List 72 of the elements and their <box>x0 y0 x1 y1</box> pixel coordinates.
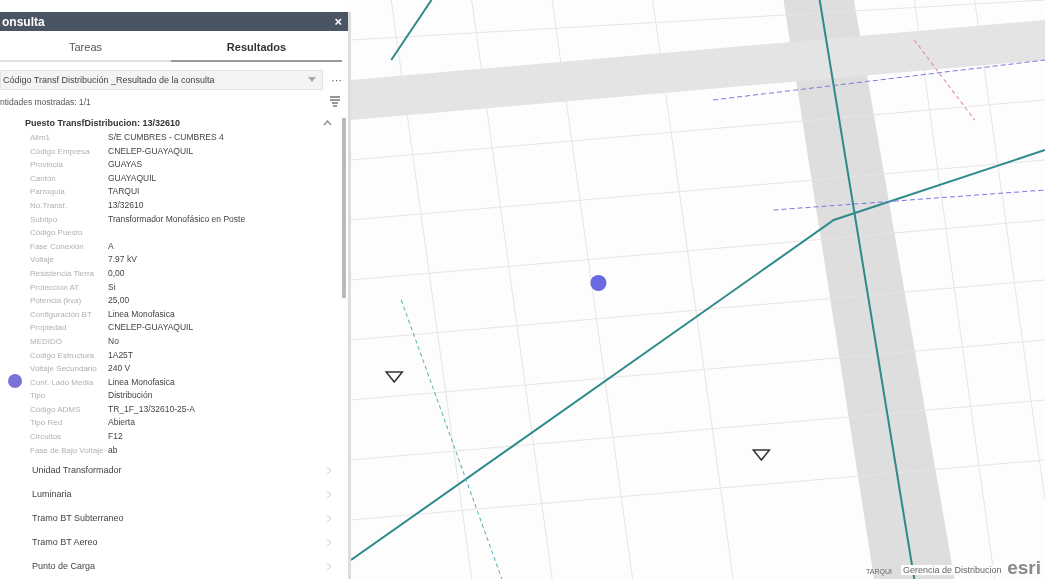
related-item[interactable]: Punto de Carga <box>20 555 332 578</box>
field-value: 0,00 <box>108 266 126 280</box>
field-value: 1A25T <box>108 348 135 362</box>
field-value: 7.97 kV <box>108 253 138 267</box>
field-value: 25,00 <box>108 294 131 308</box>
more-button[interactable]: ··· <box>331 74 342 86</box>
result-count: ntidades mostradas: 1/1 <box>0 97 91 107</box>
related-item[interactable]: Tramo BT Subterraneo <box>20 507 332 530</box>
field-label: Voltaje <box>30 254 56 267</box>
map-attribution: Gerencia de Distribucion <box>901 565 1004 575</box>
field-value: 240 V <box>108 362 132 376</box>
field-label: Tipo <box>30 390 47 403</box>
field-label: Codigo Estructura <box>30 349 96 362</box>
field-value: CNELEP-GUAYAQUIL <box>108 321 195 335</box>
field-value: TR_1F_13/32610-25-A <box>108 402 196 416</box>
field-label: Propiedad <box>30 322 68 335</box>
field-value: S/E CUMBRES - CUMBRES 4 <box>108 131 225 144</box>
field-value: Linea Monofasica <box>108 375 176 389</box>
field-label: Código Puesto <box>30 227 84 240</box>
chevron-icon <box>326 489 332 499</box>
field-label: MEDIDO <box>30 335 63 348</box>
tab[interactable]: Resultados <box>171 37 342 62</box>
field-label: Conf. Lado Media <box>30 376 95 389</box>
field-value: F12 <box>108 430 124 444</box>
field-label: Proteccion AT <box>30 281 81 294</box>
esri-logo: esri <box>1007 557 1041 579</box>
layer-dropdown[interactable]: Código Transf Distribución _Resultado de la consulta <box>0 70 323 90</box>
chevron-icon <box>326 465 332 475</box>
field-label: Cantón <box>30 172 57 185</box>
field-label: Parroquia <box>30 186 66 199</box>
field-value: A <box>108 239 115 253</box>
field-label: Configuración BT <box>30 308 93 321</box>
field-label: Fase Conexión <box>30 240 85 253</box>
chevron-icon <box>326 561 332 571</box>
chevron-icon <box>326 537 332 547</box>
field-label: Fase de Bajo Voltaje <box>30 444 105 457</box>
field-value: ab <box>108 443 119 457</box>
caret-icon <box>308 77 316 83</box>
panel-title: onsulta <box>2 14 45 29</box>
field-value: Si <box>108 280 117 294</box>
field-label: Voltaje Secundario <box>30 363 98 376</box>
field-value: CNELEP-GUAYAQUIL <box>108 144 195 158</box>
field-label: Provincia <box>30 159 64 172</box>
related-item[interactable]: Unidad Transformador <box>20 459 332 482</box>
cursor-dot <box>8 374 22 388</box>
field-value: Abierta <box>108 416 136 430</box>
field-label: No.Transf. <box>30 199 69 212</box>
related-item[interactable]: Tramo BT Aereo <box>20 531 332 554</box>
field-value: GUAYAQUIL <box>108 171 158 185</box>
field-label: Código ADMS <box>30 403 82 416</box>
tab[interactable]: Tareas <box>0 37 171 62</box>
related-item[interactable]: Luminaria <box>20 483 332 506</box>
field-value: 13/32610 <box>108 198 145 212</box>
field-label: Tipo Red <box>30 417 64 430</box>
scrollbar[interactable] <box>342 118 346 298</box>
field-label: Resistencia Tierra <box>30 267 96 280</box>
feature-title[interactable]: Puesto TransfDistribucion: 13/32610 <box>25 118 181 128</box>
field-label: Subtipo <box>30 213 59 226</box>
field-label: Código Empresa <box>30 145 91 158</box>
chevron-icon[interactable] <box>323 120 332 126</box>
field-value: Linea Monofasica <box>108 307 176 321</box>
filter-icon[interactable] <box>330 96 340 108</box>
field-value: No <box>108 334 120 348</box>
field-value: GUAYAS <box>108 158 144 172</box>
field-label: Circuitos <box>30 431 63 444</box>
close-button[interactable]: × <box>334 14 342 29</box>
field-value: Transformador Monofásico en Poste <box>108 212 247 226</box>
field-label: Alim1 <box>30 132 51 144</box>
chevron-icon <box>326 513 332 523</box>
field-value: Distribución <box>108 389 154 403</box>
field-value: TARQUI <box>108 185 141 199</box>
field-label: Potencia (kva) <box>30 295 83 308</box>
